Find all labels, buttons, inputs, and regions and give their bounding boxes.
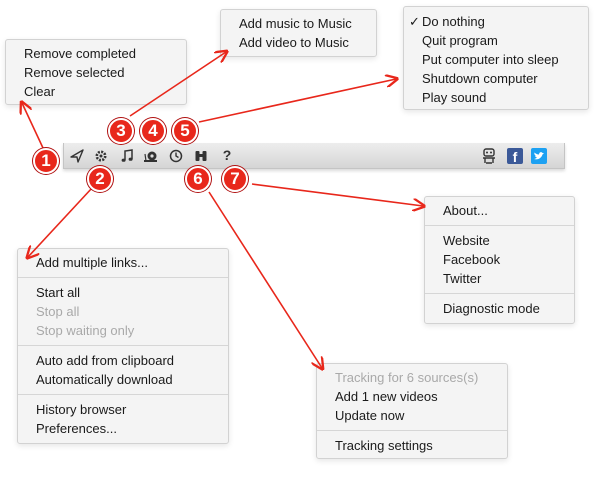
help-icon[interactable]: ? [219,147,235,163]
menu-item-diagnostic-mode[interactable]: Diagnostic mode [425,299,574,318]
robot-icon[interactable] [480,147,496,164]
binoculars-icon[interactable] [193,148,209,164]
badge-7: 7 [222,166,248,192]
arrow-2 [28,187,93,257]
twitter-icon[interactable] [531,148,547,164]
menu-item-remove-completed[interactable]: Remove completed [6,44,186,63]
menu-item-clear[interactable]: Clear [6,82,186,101]
clean-icon[interactable] [69,148,85,164]
tracking-menu: Tracking for 6 sources(s) Add 1 new vide… [316,363,508,459]
menu-item-add-new-videos[interactable]: Add 1 new videos [317,387,507,406]
badge-2: 2 [87,166,113,192]
checkmark-icon: ✓ [409,14,420,29]
menu-item-history-browser[interactable]: History browser [18,400,228,419]
menu-separator [18,345,228,346]
gear-icon[interactable] [93,148,109,164]
menu-item-stop-waiting-only: Stop waiting only [36,323,135,338]
menu-item-update-now[interactable]: Update now [317,406,507,425]
menu-item-auto-download[interactable]: Automatically download [18,370,228,389]
main-menu: Add multiple links... Start all Stop all… [17,248,229,444]
arrow-7 [251,183,423,206]
snail-icon[interactable] [143,148,159,164]
menu-item-website[interactable]: Website [425,231,574,250]
menu-separator [18,394,228,395]
remove-menu: Remove completed Remove selected Clear [5,39,187,105]
menu-item-add-video[interactable]: Add video to Music [221,33,376,52]
menu-separator [317,430,507,431]
help-glyph: ? [222,147,232,163]
tracking-status: Tracking for 6 sources(s) [335,370,479,385]
facebook-glyph: f [512,149,518,165]
menu-item-tracking-settings[interactable]: Tracking settings [317,436,507,455]
badge-3: 3 [108,118,134,144]
music-menu: Add music to Music Add video to Music [220,9,377,57]
arrow-5 [198,79,396,123]
menu-item-stop-all: Stop all [36,304,80,319]
badge-4: 4 [140,118,166,144]
menu-separator [425,293,574,294]
menu-separator [18,277,228,278]
music-note-icon[interactable] [119,148,135,164]
menu-item-shutdown[interactable]: Shutdown computer [404,69,588,88]
menu-item-play-sound[interactable]: Play sound [404,88,588,107]
badge-1: 1 [33,148,59,174]
when-finished-menu: ✓ Do nothing Quit program Put computer i… [403,6,589,110]
toolbar: ? f [63,143,565,169]
menu-item-label: Do nothing [422,14,485,29]
badge-6: 6 [185,166,211,192]
arrow-1 [22,103,44,149]
menu-item-preferences[interactable]: Preferences... [18,419,228,438]
help-menu: About... Website Facebook Twitter Diagno… [424,196,575,324]
menu-item-start-all[interactable]: Start all [18,283,228,302]
menu-separator [425,225,574,226]
menu-item-add-music[interactable]: Add music to Music [221,14,376,33]
menu-item-do-nothing[interactable]: ✓ Do nothing [404,12,588,31]
menu-item-sleep[interactable]: Put computer into sleep [404,50,588,69]
menu-item-add-multiple-links[interactable]: Add multiple links... [18,253,228,272]
menu-item-about[interactable]: About... [425,201,574,220]
clock-icon[interactable] [168,148,184,164]
facebook-icon[interactable]: f [507,148,523,165]
menu-item-facebook[interactable]: Facebook [425,250,574,269]
menu-item-remove-selected[interactable]: Remove selected [6,63,186,82]
menu-item-auto-add-clipboard[interactable]: Auto add from clipboard [18,351,228,370]
menu-item-twitter[interactable]: Twitter [425,269,574,288]
menu-item-quit-program[interactable]: Quit program [404,31,588,50]
badge-5: 5 [172,118,198,144]
